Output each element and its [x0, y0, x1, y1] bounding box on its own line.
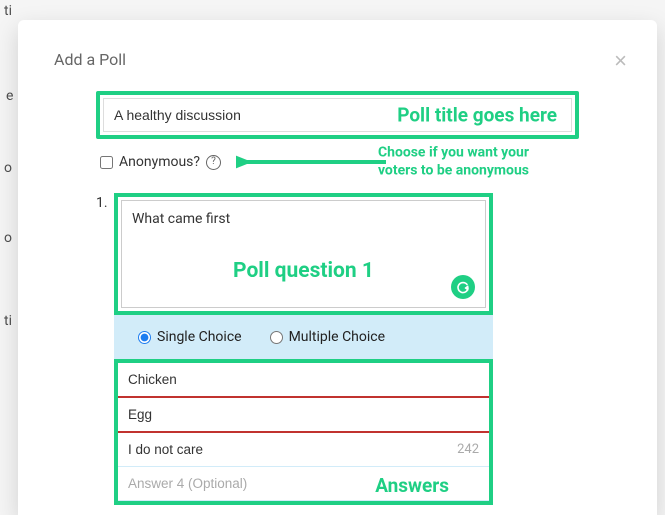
annotation-anonymous: Choose if you want your voters to be ano…	[378, 145, 529, 180]
background-text: ti	[4, 3, 12, 19]
multiple-choice-option[interactable]: Multiple Choice	[270, 329, 385, 345]
choice-type-row: Single Choice Multiple Choice	[114, 315, 493, 359]
single-choice-label: Single Choice	[157, 329, 242, 345]
anonymous-row: Anonymous? ? Choose if you want your vot…	[100, 147, 579, 177]
answer-row	[118, 467, 489, 501]
poll-title-input[interactable]	[103, 98, 572, 132]
question-row: 1. What came first Poll question 1	[96, 193, 621, 505]
answer-input-4[interactable]	[118, 467, 489, 500]
anonymous-label: Anonymous?	[119, 154, 200, 170]
question-list: 1. What came first Poll question 1	[96, 193, 621, 505]
background-text: o	[4, 160, 12, 176]
answer-row	[118, 398, 489, 433]
poll-title-container: Poll title goes here	[96, 91, 579, 139]
close-button[interactable]: ×	[614, 50, 627, 72]
answers-container: 242 Answers	[114, 359, 493, 505]
grammarly-icon[interactable]	[451, 275, 475, 299]
question-text-wrap: What came first Poll question 1	[114, 193, 493, 315]
add-poll-modal: × Add a Poll Poll title goes here Anonym…	[18, 20, 657, 515]
multiple-choice-radio[interactable]	[270, 331, 283, 344]
modal-title: Add a Poll	[54, 50, 621, 69]
multiple-choice-label: Multiple Choice	[289, 329, 385, 345]
char-count: 242	[457, 442, 489, 457]
anonymous-checkbox[interactable]	[100, 156, 113, 169]
annotation-question: Poll question 1	[122, 259, 485, 283]
help-icon[interactable]: ?	[206, 155, 221, 170]
single-choice-option[interactable]: Single Choice	[138, 329, 242, 345]
answer-input-2[interactable]	[118, 398, 489, 431]
annotation-arrow-icon	[236, 152, 386, 172]
answer-row: 242	[118, 433, 489, 467]
answer-input-1[interactable]	[118, 363, 489, 396]
answer-row	[118, 363, 489, 398]
question-card: What came first Poll question 1	[114, 193, 493, 505]
background-text: o	[4, 230, 12, 246]
answer-input-3[interactable]	[118, 433, 457, 466]
background-text: e	[6, 88, 13, 104]
single-choice-radio[interactable]	[138, 331, 151, 344]
question-text-input[interactable]: What came first Poll question 1	[121, 200, 486, 308]
question-text-value: What came first	[132, 211, 230, 227]
background-text: ti	[4, 313, 12, 329]
question-number: 1.	[96, 193, 114, 505]
